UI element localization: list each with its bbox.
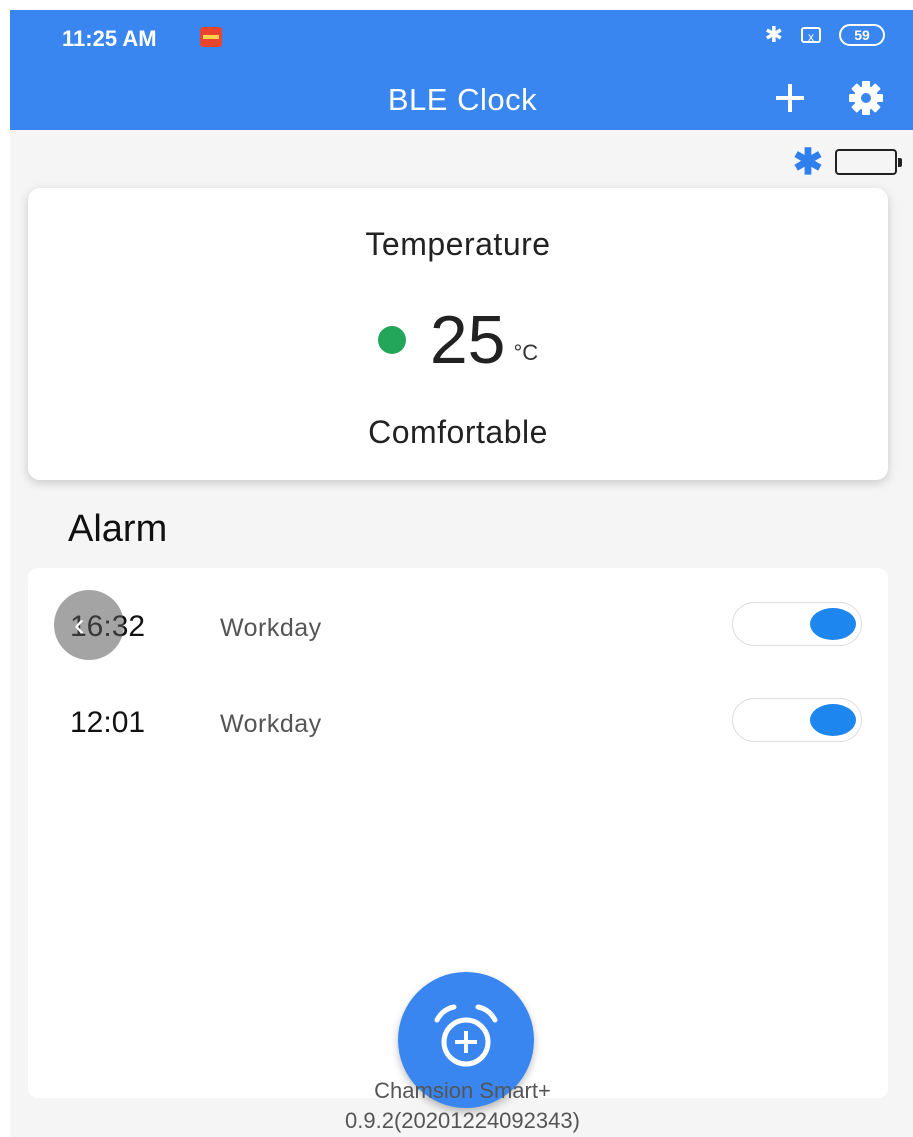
app-bar: BLE Clock: [10, 66, 913, 130]
toggle-knob: [810, 704, 856, 736]
alarm-repeat: Workday: [220, 710, 322, 738]
alarm-item[interactable]: 16:32 Workday: [28, 590, 888, 660]
alarm-toggle[interactable]: [732, 602, 862, 646]
footer-version: 0.9.2(20201224092343): [345, 1108, 580, 1133]
alarm-time: 12:01: [70, 706, 146, 739]
plus-icon[interactable]: [772, 80, 808, 116]
temperature-unit: °C: [513, 340, 539, 365]
alarm-toggle[interactable]: [732, 698, 862, 742]
status-time: 11:25 AM: [62, 26, 157, 51]
status-icons: ✱ x 59: [765, 24, 885, 46]
toggle-knob: [810, 608, 856, 640]
back-arrow-icon: ‹: [74, 606, 85, 642]
footer-app-name: Chamsion Smart+: [374, 1078, 551, 1103]
device-bluetooth-icon: ✱: [792, 141, 823, 182]
temperature-title: Temperature: [365, 226, 551, 262]
device-status: ✱: [792, 141, 902, 182]
temperature-reading: 25 °C: [28, 300, 888, 380]
back-gesture-indicator[interactable]: ‹: [54, 590, 124, 660]
gear-icon[interactable]: [846, 78, 886, 118]
app-screen: 11:25 AM ✱ x 59 BLE Clock ✱ Temperature …: [10, 10, 913, 1137]
temperature-card: Temperature 25 °C Comfortable: [28, 188, 888, 480]
notification-app-icon: [200, 27, 222, 47]
alarm-repeat: Workday: [220, 614, 322, 642]
status-bar: 11:25 AM ✱ x 59: [10, 10, 913, 66]
battery-empty-icon: [835, 149, 902, 175]
comfort-status-label: Comfortable: [368, 414, 548, 450]
alarm-add-icon: [434, 1004, 498, 1067]
alarm-heading: Alarm: [68, 508, 168, 550]
bluetooth-status-icon: ✱: [764, 22, 783, 47]
phone-battery-icon: 59: [839, 24, 885, 46]
comfort-status-dot: [377, 326, 406, 354]
temperature-value: 25: [429, 302, 506, 378]
no-sim-icon: x: [801, 27, 821, 44]
alarm-item[interactable]: 12:01 Workday: [28, 686, 888, 756]
